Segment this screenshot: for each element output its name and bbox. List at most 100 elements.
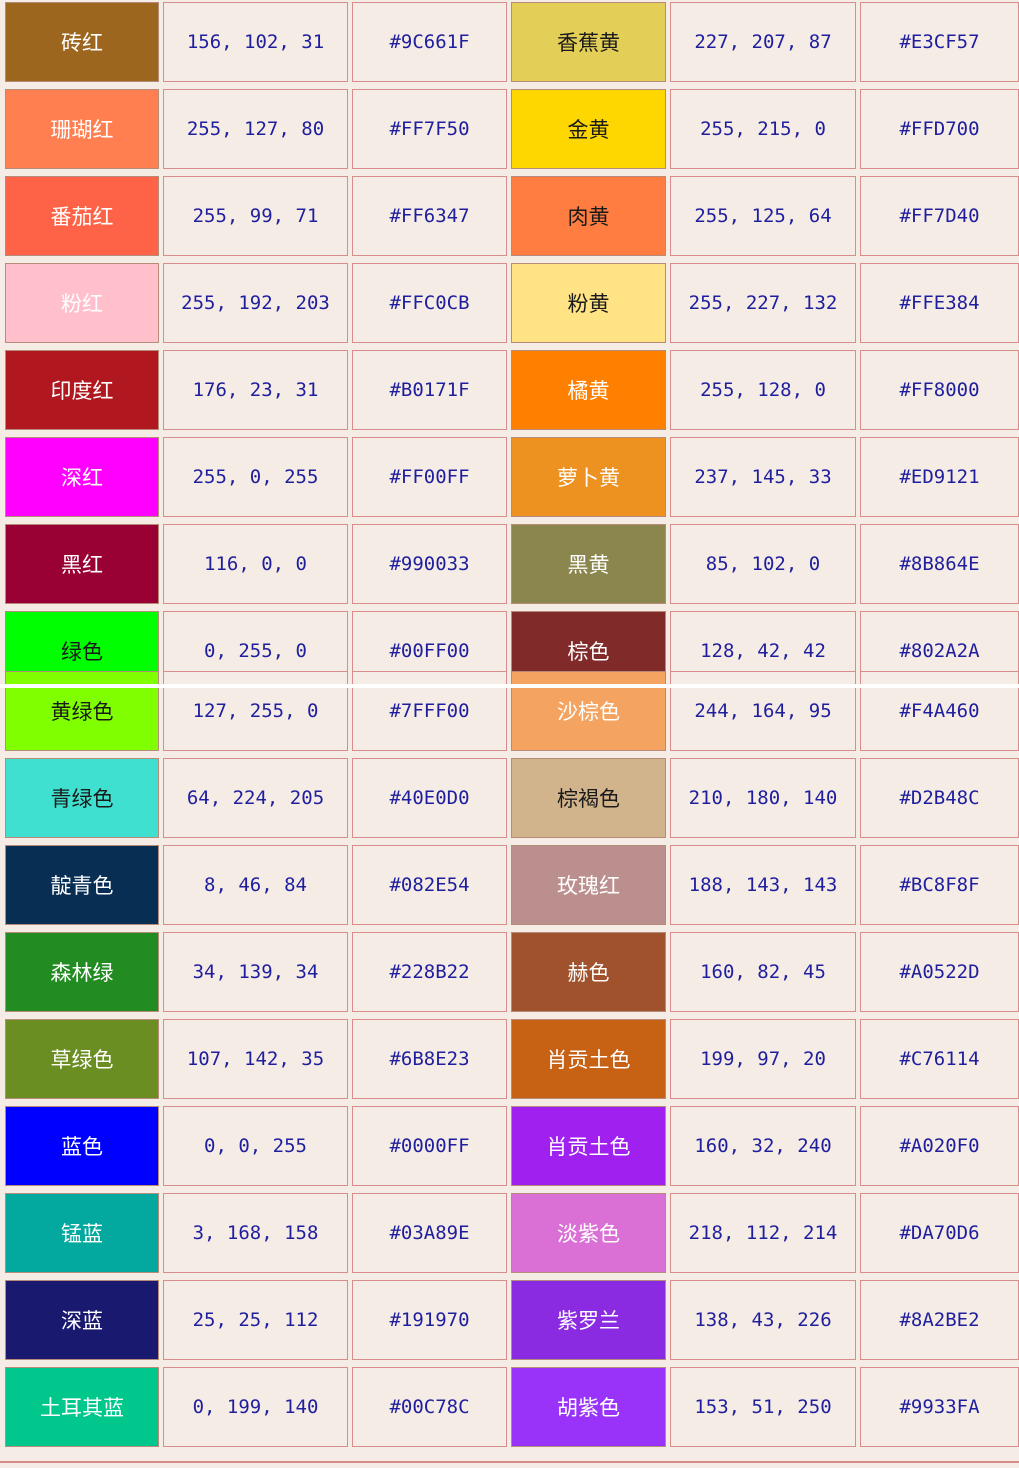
rgb-value: 255, 0, 255 [163, 437, 348, 517]
color-swatch-name: 肖贡土色 [511, 1019, 666, 1099]
hex-value: #FFE384 [860, 263, 1019, 343]
table-row: 土耳其蓝 0, 199, 140 #00C78C 胡紫色 153, 51, 250 #99… [0, 1366, 1019, 1450]
color-swatch-name: 紫罗兰 [511, 1280, 666, 1360]
rgb-value: 0, 0, 255 [163, 1106, 348, 1186]
rgb-value: 138, 43, 226 [670, 1280, 856, 1360]
rgb-value: 237, 145, 33 [670, 437, 856, 517]
hex-value: #03A89E [352, 1193, 507, 1273]
table-row: 草绿色 107, 142, 35 #6B8E23 肖贡土色 199, 97, 20 #C7… [0, 1018, 1019, 1102]
rgb-value: 255, 99, 71 [163, 176, 348, 256]
rgb-value: 176, 23, 31 [163, 350, 348, 430]
rgb-value: 210, 180, 140 [670, 758, 856, 838]
table-row: 番茄红 255, 99, 71 #FF6347 肉黄 255, 125, 64 #FF7D… [0, 175, 1019, 259]
scroll-seam [0, 684, 1019, 688]
color-swatch-name: 粉黄 [511, 263, 666, 343]
color-swatch-name: 粉红 [5, 263, 159, 343]
rgb-value: 255, 125, 64 [670, 176, 856, 256]
table-row: 森林绿 34, 139, 34 #228B22 赫色 160, 82, 45 #A0522… [0, 931, 1019, 1015]
color-swatch-name: 番茄红 [5, 176, 159, 256]
rgb-value: 156, 102, 31 [163, 2, 348, 82]
hex-value: #990033 [352, 524, 507, 604]
color-swatch-name: 玫瑰红 [511, 845, 666, 925]
color-swatch-name: 蓝色 [5, 1106, 159, 1186]
color-swatch-name: 珊瑚红 [5, 89, 159, 169]
hex-value: #B0171F [352, 350, 507, 430]
rgb-value: 0, 199, 140 [163, 1367, 348, 1447]
color-swatch-name: 靛青色 [5, 845, 159, 925]
hex-value: #FFC0CB [352, 263, 507, 343]
table-row: 黑红 116, 0, 0 #990033 黑黄 85, 102, 0 #8B864E [0, 523, 1019, 607]
color-swatch-name: 肖贡土色 [511, 1106, 666, 1186]
rgb-value: 255, 192, 203 [163, 263, 348, 343]
hex-value: #C76114 [860, 1019, 1019, 1099]
hex-value: #9C661F [352, 2, 507, 82]
color-swatch-name: 草绿色 [5, 1019, 159, 1099]
hex-value: #082E54 [352, 845, 507, 925]
rgb-value: 107, 142, 35 [163, 1019, 348, 1099]
rgb-value: 255, 128, 0 [670, 350, 856, 430]
rgb-value: 255, 227, 132 [670, 263, 856, 343]
hex-value: #FF7F50 [352, 89, 507, 169]
rgb-value: 227, 207, 87 [670, 2, 856, 82]
rgb-value: 64, 224, 205 [163, 758, 348, 838]
table-bottom-border [0, 1461, 1019, 1463]
hex-value: #BC8F8F [860, 845, 1019, 925]
color-swatch-name: 淡紫色 [511, 1193, 666, 1273]
table-row: 蓝色 0, 0, 255 #0000FF 肖贡土色 160, 32, 240 #A020F… [0, 1105, 1019, 1189]
rgb-value: 255, 127, 80 [163, 89, 348, 169]
color-swatch-name: 深蓝 [5, 1280, 159, 1360]
hex-value: #7FFF00 [352, 671, 507, 751]
hex-value: #9933FA [860, 1367, 1019, 1447]
hex-value: #FF00FF [352, 437, 507, 517]
hex-value: #FF6347 [352, 176, 507, 256]
color-swatch-name: 橘黄 [511, 350, 666, 430]
color-swatch-name: 沙棕色 [511, 671, 666, 751]
hex-value: #40E0D0 [352, 758, 507, 838]
color-swatch-name: 青绿色 [5, 758, 159, 838]
rgb-value: 218, 112, 214 [670, 1193, 856, 1273]
hex-value: #FFD700 [860, 89, 1019, 169]
table-row: 靛青色 8, 46, 84 #082E54 玫瑰红 188, 143, 143 #BC8F… [0, 844, 1019, 928]
hex-value: #FF7D40 [860, 176, 1019, 256]
table-row: 锰蓝 3, 168, 158 #03A89E 淡紫色 218, 112, 214 #DA7… [0, 1192, 1019, 1276]
table-row: 印度红 176, 23, 31 #B0171F 橘黄 255, 128, 0 #FF800… [0, 349, 1019, 433]
color-swatch-name: 香蕉黄 [511, 2, 666, 82]
color-swatch-name: 砖红 [5, 2, 159, 82]
hex-value: #8B864E [860, 524, 1019, 604]
color-swatch-name: 黑红 [5, 524, 159, 604]
table-row: 深红 255, 0, 255 #FF00FF 萝卜黄 237, 145, 33 #ED91… [0, 436, 1019, 520]
hex-value: #191970 [352, 1280, 507, 1360]
color-swatch-name: 印度红 [5, 350, 159, 430]
table-row: 砖红 156, 102, 31 #9C661F 香蕉黄 227, 207, 87 #E3C… [0, 1, 1019, 85]
rgb-value: 199, 97, 20 [670, 1019, 856, 1099]
hex-value: #6B8E23 [352, 1019, 507, 1099]
color-swatch-name: 黑黄 [511, 524, 666, 604]
table-row: 深蓝 25, 25, 112 #191970 紫罗兰 138, 43, 226 #8A2B… [0, 1279, 1019, 1363]
rgb-value: 160, 82, 45 [670, 932, 856, 1012]
table-row: 青绿色 64, 224, 205 #40E0D0 棕褐色 210, 180, 140 #D… [0, 757, 1019, 841]
rgb-value: 188, 143, 143 [670, 845, 856, 925]
table-row: 珊瑚红 255, 127, 80 #FF7F50 金黄 255, 215, 0 #FFD7… [0, 88, 1019, 172]
hex-value: #ED9121 [860, 437, 1019, 517]
table-row: 黄绿色 127, 255, 0 #7FFF00 沙棕色 244, 164, 95 #F4A… [0, 670, 1019, 754]
hex-value: #DA70D6 [860, 1193, 1019, 1273]
table-row: 粉红 255, 192, 203 #FFC0CB 粉黄 255, 227, 132 #FF… [0, 262, 1019, 346]
color-swatch-name: 锰蓝 [5, 1193, 159, 1273]
color-swatch-name: 深红 [5, 437, 159, 517]
hex-value: #A020F0 [860, 1106, 1019, 1186]
color-swatch-name: 赫色 [511, 932, 666, 1012]
rgb-value: 127, 255, 0 [163, 671, 348, 751]
hex-value: #D2B48C [860, 758, 1019, 838]
color-swatch-name: 黄绿色 [5, 671, 159, 751]
rgb-value: 3, 168, 158 [163, 1193, 348, 1273]
color-swatch-name: 金黄 [511, 89, 666, 169]
color-swatch-name: 肉黄 [511, 176, 666, 256]
hex-value: #A0522D [860, 932, 1019, 1012]
rgb-value: 116, 0, 0 [163, 524, 348, 604]
rgb-value: 34, 139, 34 [163, 932, 348, 1012]
color-swatch-name: 森林绿 [5, 932, 159, 1012]
hex-value: #FF8000 [860, 350, 1019, 430]
rgb-value: 85, 102, 0 [670, 524, 856, 604]
color-swatch-name: 土耳其蓝 [5, 1367, 159, 1447]
rgb-value: 153, 51, 250 [670, 1367, 856, 1447]
